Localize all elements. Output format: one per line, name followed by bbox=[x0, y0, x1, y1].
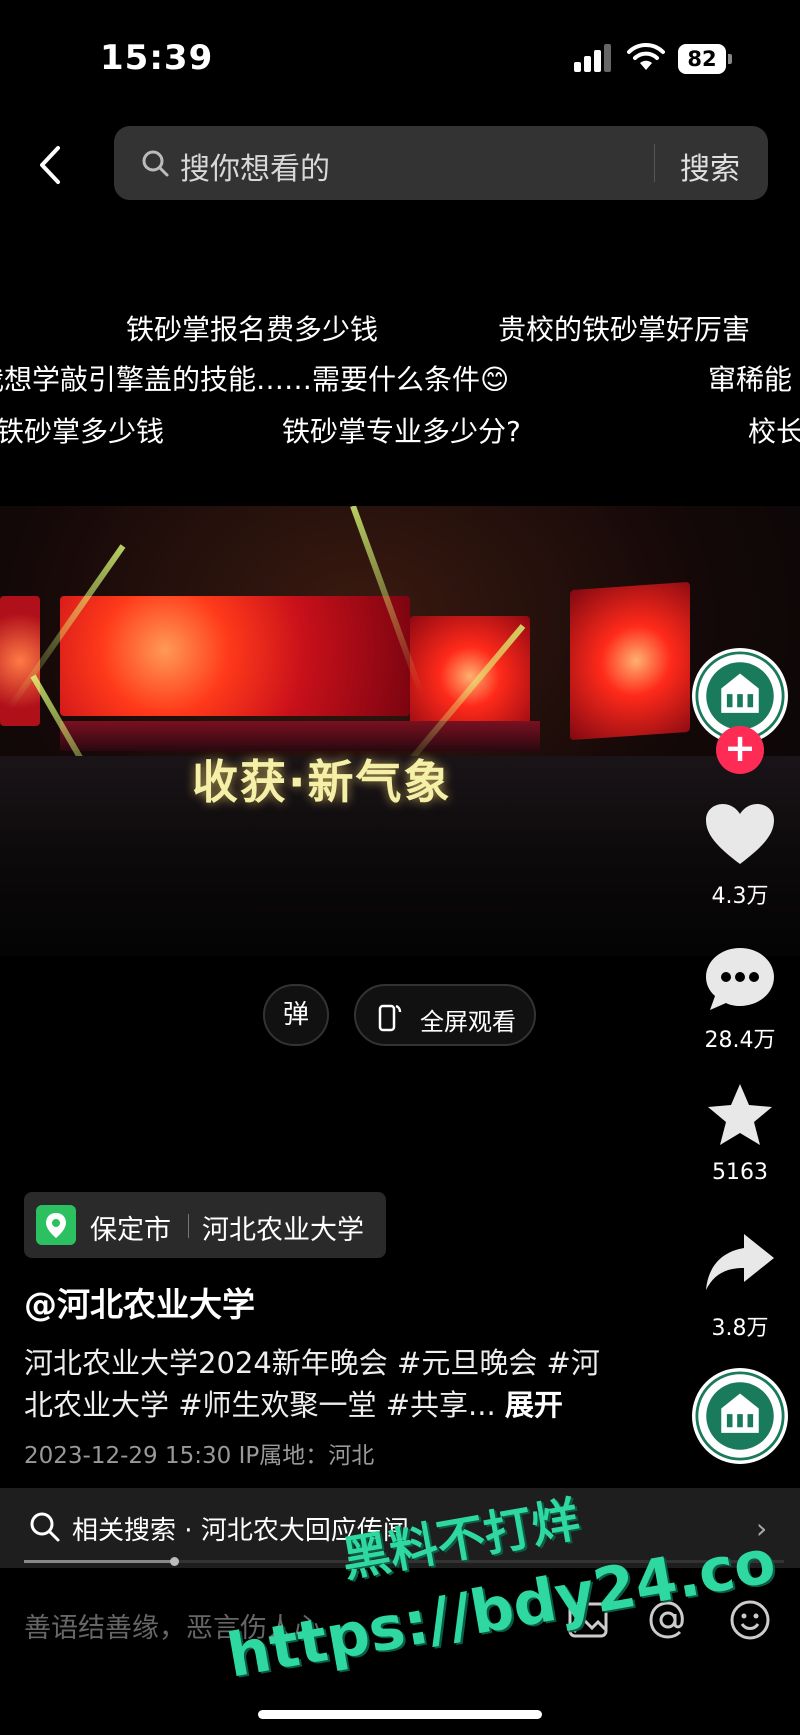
location-city: 保定市 bbox=[90, 1215, 171, 1246]
wifi-icon bbox=[627, 42, 665, 70]
danmaku-comment: 校长 bbox=[748, 415, 800, 448]
expand-button[interactable]: 展开 bbox=[505, 1388, 563, 1422]
search-input[interactable]: 搜你想看的 bbox=[180, 144, 330, 188]
post-description-line: 河北农业大学2024新年晚会 #元旦晚会 #河 bbox=[24, 1346, 600, 1380]
rotate-screen-icon bbox=[378, 1004, 402, 1032]
post-description-line: 北农业大学 #师生欢聚一堂 #共享... 展开 bbox=[24, 1382, 563, 1424]
progress-handle[interactable] bbox=[170, 1557, 179, 1566]
back-arrow-icon[interactable] bbox=[30, 140, 70, 190]
location-pin-icon bbox=[36, 1205, 76, 1245]
fullscreen-label: 全屏观看 bbox=[420, 1008, 516, 1036]
home-indicator[interactable] bbox=[258, 1710, 542, 1719]
danmaku-comment: 窜稀能 bbox=[708, 363, 793, 396]
location-place: 河北农业大学 bbox=[202, 1215, 364, 1246]
status-bar: 15:39 82 bbox=[0, 0, 800, 110]
heart-icon[interactable] bbox=[704, 802, 776, 868]
danmaku-comment: 贵校的铁砂掌好厉害 bbox=[498, 313, 751, 346]
video-player[interactable]: 收获·新气象 bbox=[0, 506, 800, 956]
search-button[interactable]: 搜索 bbox=[680, 144, 740, 188]
danmaku-toggle-button[interactable]: 弹 bbox=[263, 984, 329, 1046]
post-description-text: 北农业大学 #师生欢聚一堂 #共享... bbox=[24, 1388, 496, 1422]
led-screen bbox=[60, 596, 410, 716]
search-icon bbox=[30, 1512, 60, 1542]
battery-icon: 82 bbox=[678, 44, 732, 74]
cellular-signal-icon bbox=[574, 44, 614, 72]
music-disc-avatar[interactable] bbox=[692, 1368, 788, 1464]
danmaku-comment: 我想学敲引擎盖的技能……需要什么条件😊 bbox=[0, 363, 510, 396]
related-search-prefix: 相关搜索 bbox=[72, 1516, 177, 1546]
led-screen bbox=[570, 581, 690, 741]
comment-icon[interactable] bbox=[704, 946, 776, 1012]
search-divider bbox=[654, 144, 655, 182]
author-name[interactable]: @河北农业大学 bbox=[24, 1278, 255, 1326]
location-divider bbox=[188, 1214, 189, 1238]
post-meta: 2023-12-29 15:30 IP属地：河北 bbox=[24, 1443, 375, 1469]
star-icon[interactable] bbox=[704, 1082, 776, 1148]
fullscreen-button[interactable]: 全屏观看 bbox=[354, 984, 536, 1046]
danmaku-comment: 铁砂掌报名费多少钱 bbox=[126, 313, 379, 346]
progress-fill bbox=[24, 1560, 176, 1563]
like-count: 4.3万 bbox=[711, 884, 769, 909]
location-tag[interactable]: 保定市 河北农业大学 bbox=[24, 1192, 386, 1258]
search-icon bbox=[142, 150, 169, 177]
emoji-icon[interactable] bbox=[728, 1598, 772, 1642]
danmaku-comment: 铁砂掌多少钱 bbox=[0, 415, 165, 448]
status-time: 15:39 bbox=[100, 38, 214, 78]
share-arrow-icon[interactable] bbox=[704, 1230, 776, 1296]
favorite-count: 5163 bbox=[712, 1160, 768, 1185]
danmaku-comment: 铁砂掌专业多少分? bbox=[282, 415, 521, 448]
comment-count: 28.4万 bbox=[704, 1028, 776, 1053]
follow-button[interactable]: + bbox=[716, 726, 764, 774]
video-caption: 收获·新气象 bbox=[192, 755, 452, 809]
battery-level: 82 bbox=[678, 44, 726, 74]
share-count: 3.8万 bbox=[711, 1316, 769, 1341]
search-bar[interactable]: 搜你想看的 搜索 bbox=[114, 126, 768, 200]
university-logo-icon bbox=[695, 1371, 785, 1461]
